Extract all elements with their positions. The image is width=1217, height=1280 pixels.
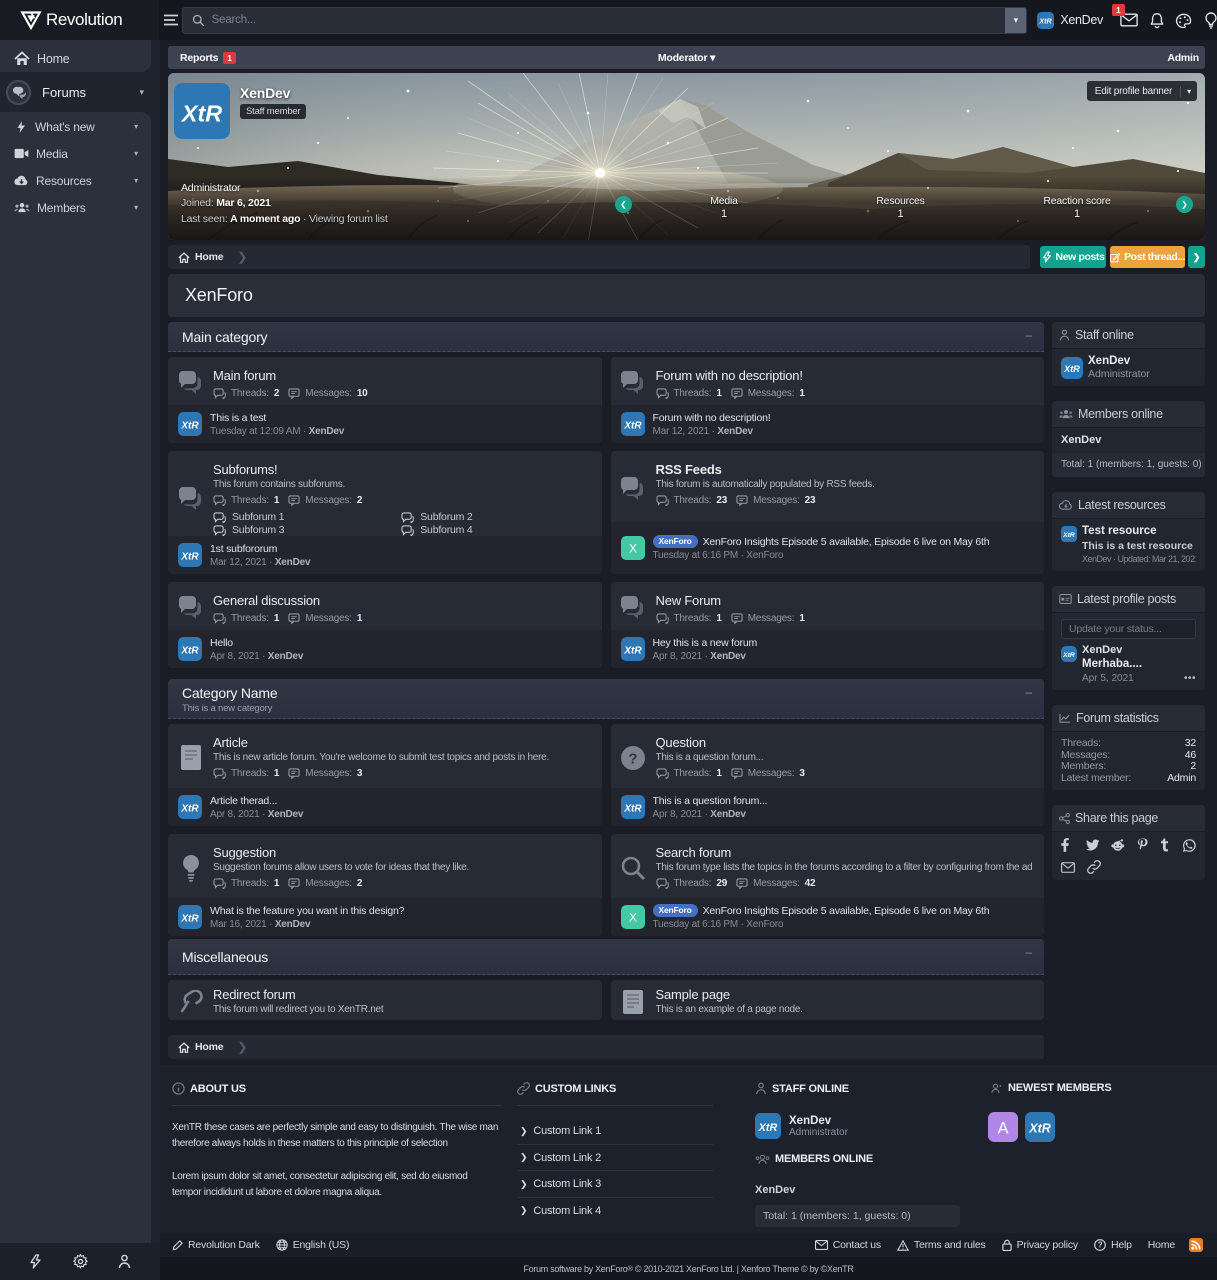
svg-text:XtR: XtR (1028, 1122, 1051, 1136)
svg-text:XtR: XtR (180, 804, 199, 815)
svg-text:?: ? (1098, 1241, 1103, 1250)
svg-text:XtR: XtR (1062, 652, 1075, 659)
svg-text:XtR: XtR (180, 646, 199, 657)
svg-text:XtR: XtR (623, 646, 642, 657)
svg-text:X: X (628, 911, 636, 925)
svg-text:XtR: XtR (623, 804, 642, 815)
svg-text:XtR: XtR (1062, 532, 1075, 539)
svg-text:XtR: XtR (623, 421, 642, 432)
svg-text:?: ? (628, 750, 637, 767)
svg-text:X: X (628, 542, 636, 556)
svg-text:XtR: XtR (180, 421, 199, 432)
svg-text:XtR: XtR (1063, 364, 1080, 374)
svg-text:XtR: XtR (1039, 17, 1053, 25)
svg-text:XtR: XtR (758, 1122, 778, 1134)
svg-text:XtR: XtR (180, 101, 222, 127)
svg-text:A: A (998, 1119, 1009, 1137)
svg-text:XtR: XtR (180, 552, 199, 563)
svg-text:XtR: XtR (180, 914, 199, 925)
